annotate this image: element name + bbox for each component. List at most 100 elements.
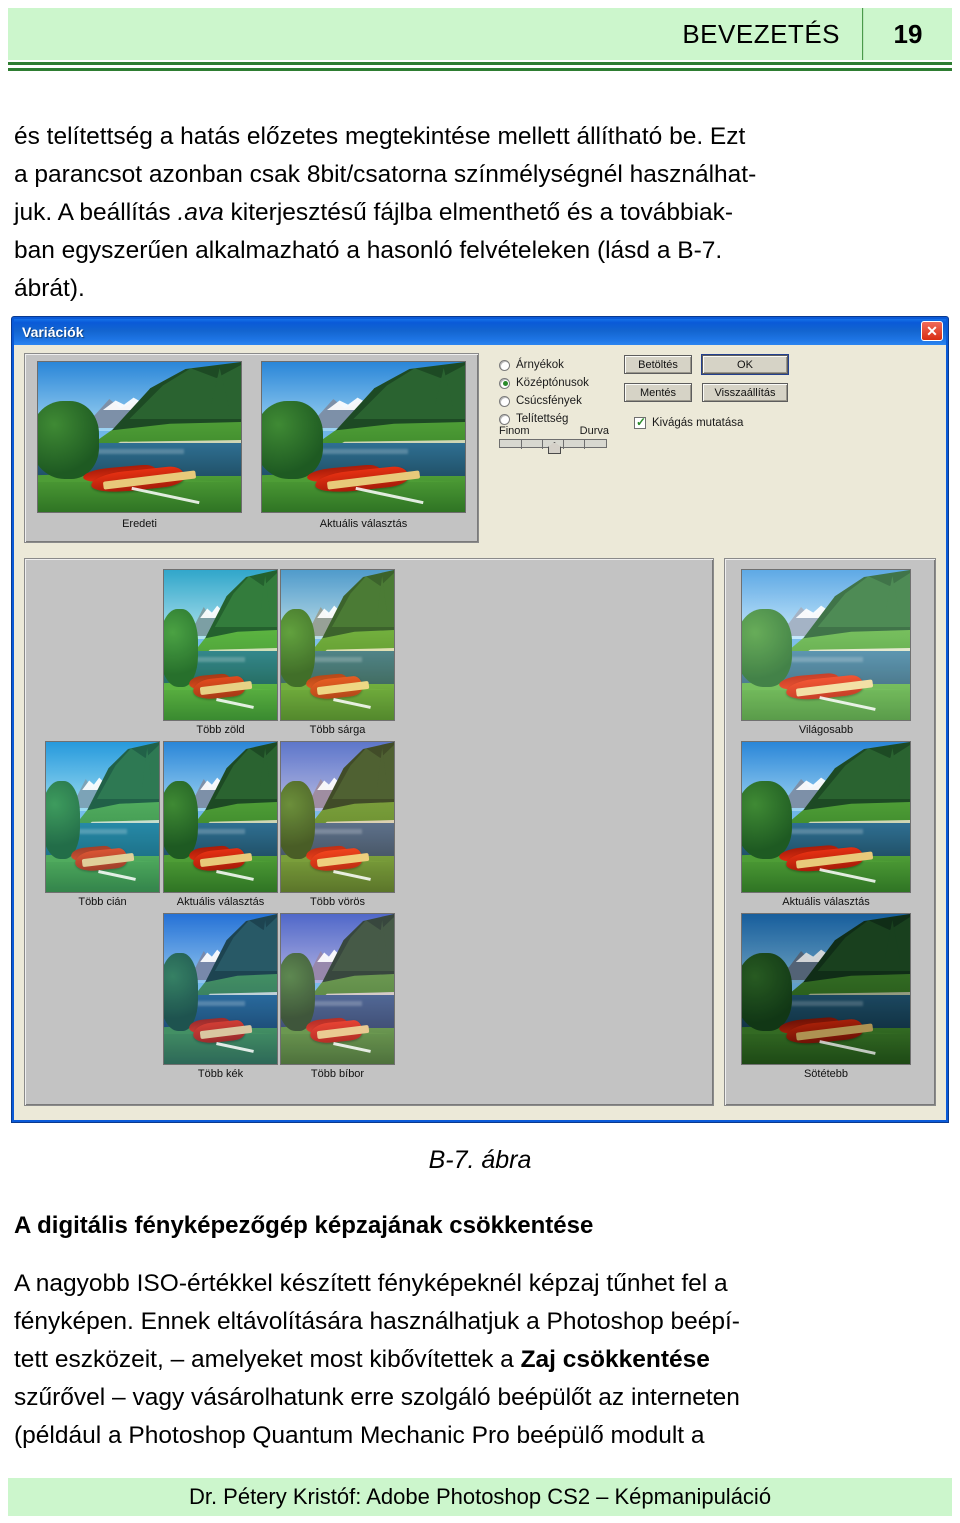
variation-side-current-image [741, 741, 911, 893]
preview-current-label: Aktuális választás [319, 518, 408, 530]
slider-track[interactable] [499, 439, 607, 454]
variation-more-green-image [163, 569, 278, 721]
ok-button[interactable]: OK [702, 355, 788, 374]
page-number: 19 [893, 18, 923, 49]
preview-original[interactable]: Eredeti [37, 361, 242, 530]
footer-text: Dr. Pétery Kristóf: Adobe Photoshop CS2 … [188, 1484, 772, 1509]
variation-more-magenta[interactable]: Több bíbor [280, 913, 395, 1080]
intro-line-5: ábrát). [14, 275, 85, 302]
variation-more-red-label: Több vörös [309, 896, 366, 908]
brightness-variations-panel: Világosabb Aktuális választás Sötétebb [724, 558, 936, 1106]
dialog-titlebar[interactable]: Variációk ✕ [14, 319, 946, 345]
slider-tick [563, 440, 564, 449]
intro-line-3-a: juk. A beállítás [14, 199, 178, 226]
header-rule-bottom [8, 68, 952, 71]
variation-more-cyan-label: Több cián [78, 896, 127, 908]
intro-line-3: juk. A beállítás .ava kiterjesztésű fájl… [14, 194, 946, 232]
variation-current-pick-label: Aktuális választás [176, 896, 265, 908]
header-rules [8, 62, 952, 71]
body-line-5: (például a Photoshop Quantum Mechanic Pr… [14, 1422, 705, 1449]
page-title: BEVEZETÉS [682, 18, 840, 49]
page-footer: Dr. Pétery Kristóf: Adobe Photoshop CS2 … [8, 1478, 952, 1516]
variation-more-blue-label: Több kék [197, 1068, 244, 1080]
section-heading: A digitális fényképezőgép képzajának csö… [14, 1212, 594, 1239]
body-paragraph: A nagyobb ISO-értékkel készített fénykép… [14, 1265, 946, 1455]
intro-line-4: ban egyszerűen alkalmazható a hasonló fe… [14, 237, 723, 264]
reset-button[interactable]: Visszaállítás [702, 383, 788, 402]
preview-panel: Eredeti Aktuális választás [24, 353, 479, 543]
variation-more-cyan[interactable]: Több cián [45, 741, 160, 908]
slider-tick [521, 440, 522, 449]
variation-more-yellow-label: Több sárga [309, 724, 366, 736]
filter-name-strong: Zaj csökkentése [520, 1346, 710, 1373]
figure-caption: B-7. ábra [428, 1146, 532, 1174]
body-line-3: tett eszközeit, – amelyeket most kibővít… [14, 1341, 946, 1379]
variation-side-current[interactable]: Aktuális választás [741, 741, 911, 908]
close-icon[interactable]: ✕ [921, 321, 943, 341]
body-line-4: szűrővel – vagy vásárolhatunk erre szolg… [14, 1384, 740, 1411]
page-header: BEVEZETÉS 19 [8, 8, 952, 60]
preview-original-label: Eredeti [122, 518, 157, 530]
save-button[interactable]: Mentés [624, 383, 692, 402]
slider-min-label: Finom [499, 425, 530, 437]
variation-darker-image [741, 913, 911, 1065]
checkbox-icon [634, 415, 646, 429]
load-button[interactable]: Betöltés [624, 355, 692, 374]
body-line-3-a: tett eszközeit, – amelyeket most kibővít… [14, 1346, 521, 1373]
dialog-title: Variációk [22, 324, 84, 340]
radio-shadows[interactable]: Árnyékok [499, 357, 589, 373]
variation-more-red-image [280, 741, 395, 893]
dialog-buttons: Betöltés OK Mentés Visszaállítás [624, 355, 788, 411]
show-clipping-label: Kivágás mutatása [652, 417, 744, 429]
variation-more-green-label: Több zöld [196, 724, 245, 736]
radio-icon [499, 377, 510, 389]
variation-more-blue[interactable]: Több kék [163, 913, 278, 1080]
intro-line-2: a parancsot azonban csak 8bit/csatorna s… [14, 161, 757, 188]
variation-more-green[interactable]: Több zöld [163, 569, 278, 736]
variation-more-magenta-image [280, 913, 395, 1065]
radio-highlights-label: Csúcsfények [516, 395, 582, 407]
intro-line-1: és telítettség a hatás előzetes megtekin… [14, 123, 746, 150]
slider-end-labels: Finom Durva [499, 425, 609, 437]
slider-tick [542, 440, 543, 449]
radio-shadows-label: Árnyékok [516, 359, 564, 371]
button-row-2: Mentés Visszaállítás [624, 383, 788, 402]
file-extension-em: .ava [177, 199, 224, 226]
intro-line-3-b: kiterjesztésű fájlba elmenthető és a tov… [223, 199, 734, 226]
intro-paragraph: és telítettség a hatás előzetes megtekin… [14, 118, 946, 308]
slider-max-label: Durva [579, 425, 609, 437]
tonal-range-radio-group: Árnyékok Középtónusok Csúcsfények Telíte… [499, 357, 589, 429]
radio-midtones[interactable]: Középtónusok [499, 375, 589, 391]
radio-midtones-label: Középtónusok [516, 377, 589, 389]
variation-more-yellow[interactable]: Több sárga [280, 569, 395, 736]
fine-coarse-slider[interactable]: Finom Durva [499, 425, 609, 454]
variation-more-red[interactable]: Több vörös [280, 741, 395, 908]
radio-icon [499, 359, 510, 371]
variation-lighter[interactable]: Világosabb [741, 569, 911, 736]
show-clipping-checkbox[interactable]: Kivágás mutatása [634, 415, 744, 429]
variation-current-pick[interactable]: Aktuális választás [163, 741, 278, 908]
variation-lighter-label: Világosabb [798, 724, 854, 736]
preview-current[interactable]: Aktuális választás [261, 361, 466, 530]
variation-more-cyan-image [45, 741, 160, 893]
variations-dialog: Variációk ✕ Eredeti Aktuális választás Á… [12, 317, 948, 1122]
preview-current-image [261, 361, 466, 513]
variation-more-blue-image [163, 913, 278, 1065]
dialog-body: Eredeti Aktuális választás Árnyékok Közé… [14, 345, 946, 1120]
variation-more-magenta-label: Több bíbor [310, 1068, 365, 1080]
controls-area: Árnyékok Középtónusok Csúcsfények Telíte… [494, 355, 934, 465]
radio-saturation-label: Telítettség [516, 413, 569, 425]
radio-icon [499, 413, 510, 425]
body-line-1: A nagyobb ISO-értékkel készített fénykép… [14, 1270, 728, 1297]
radio-icon [499, 395, 510, 407]
variation-darker-label: Sötétebb [803, 1068, 849, 1080]
variation-lighter-image [741, 569, 911, 721]
radio-highlights[interactable]: Csúcsfények [499, 393, 589, 409]
slider-thumb[interactable] [548, 442, 561, 454]
preview-original-image [37, 361, 242, 513]
color-variations-grid: Több zöld Több sárga Több cián Aktuális … [24, 558, 714, 1106]
variation-darker[interactable]: Sötétebb [741, 913, 911, 1080]
variation-more-yellow-image [280, 569, 395, 721]
variation-current-pick-image [163, 741, 278, 893]
variation-side-current-label: Aktuális választás [782, 896, 870, 908]
